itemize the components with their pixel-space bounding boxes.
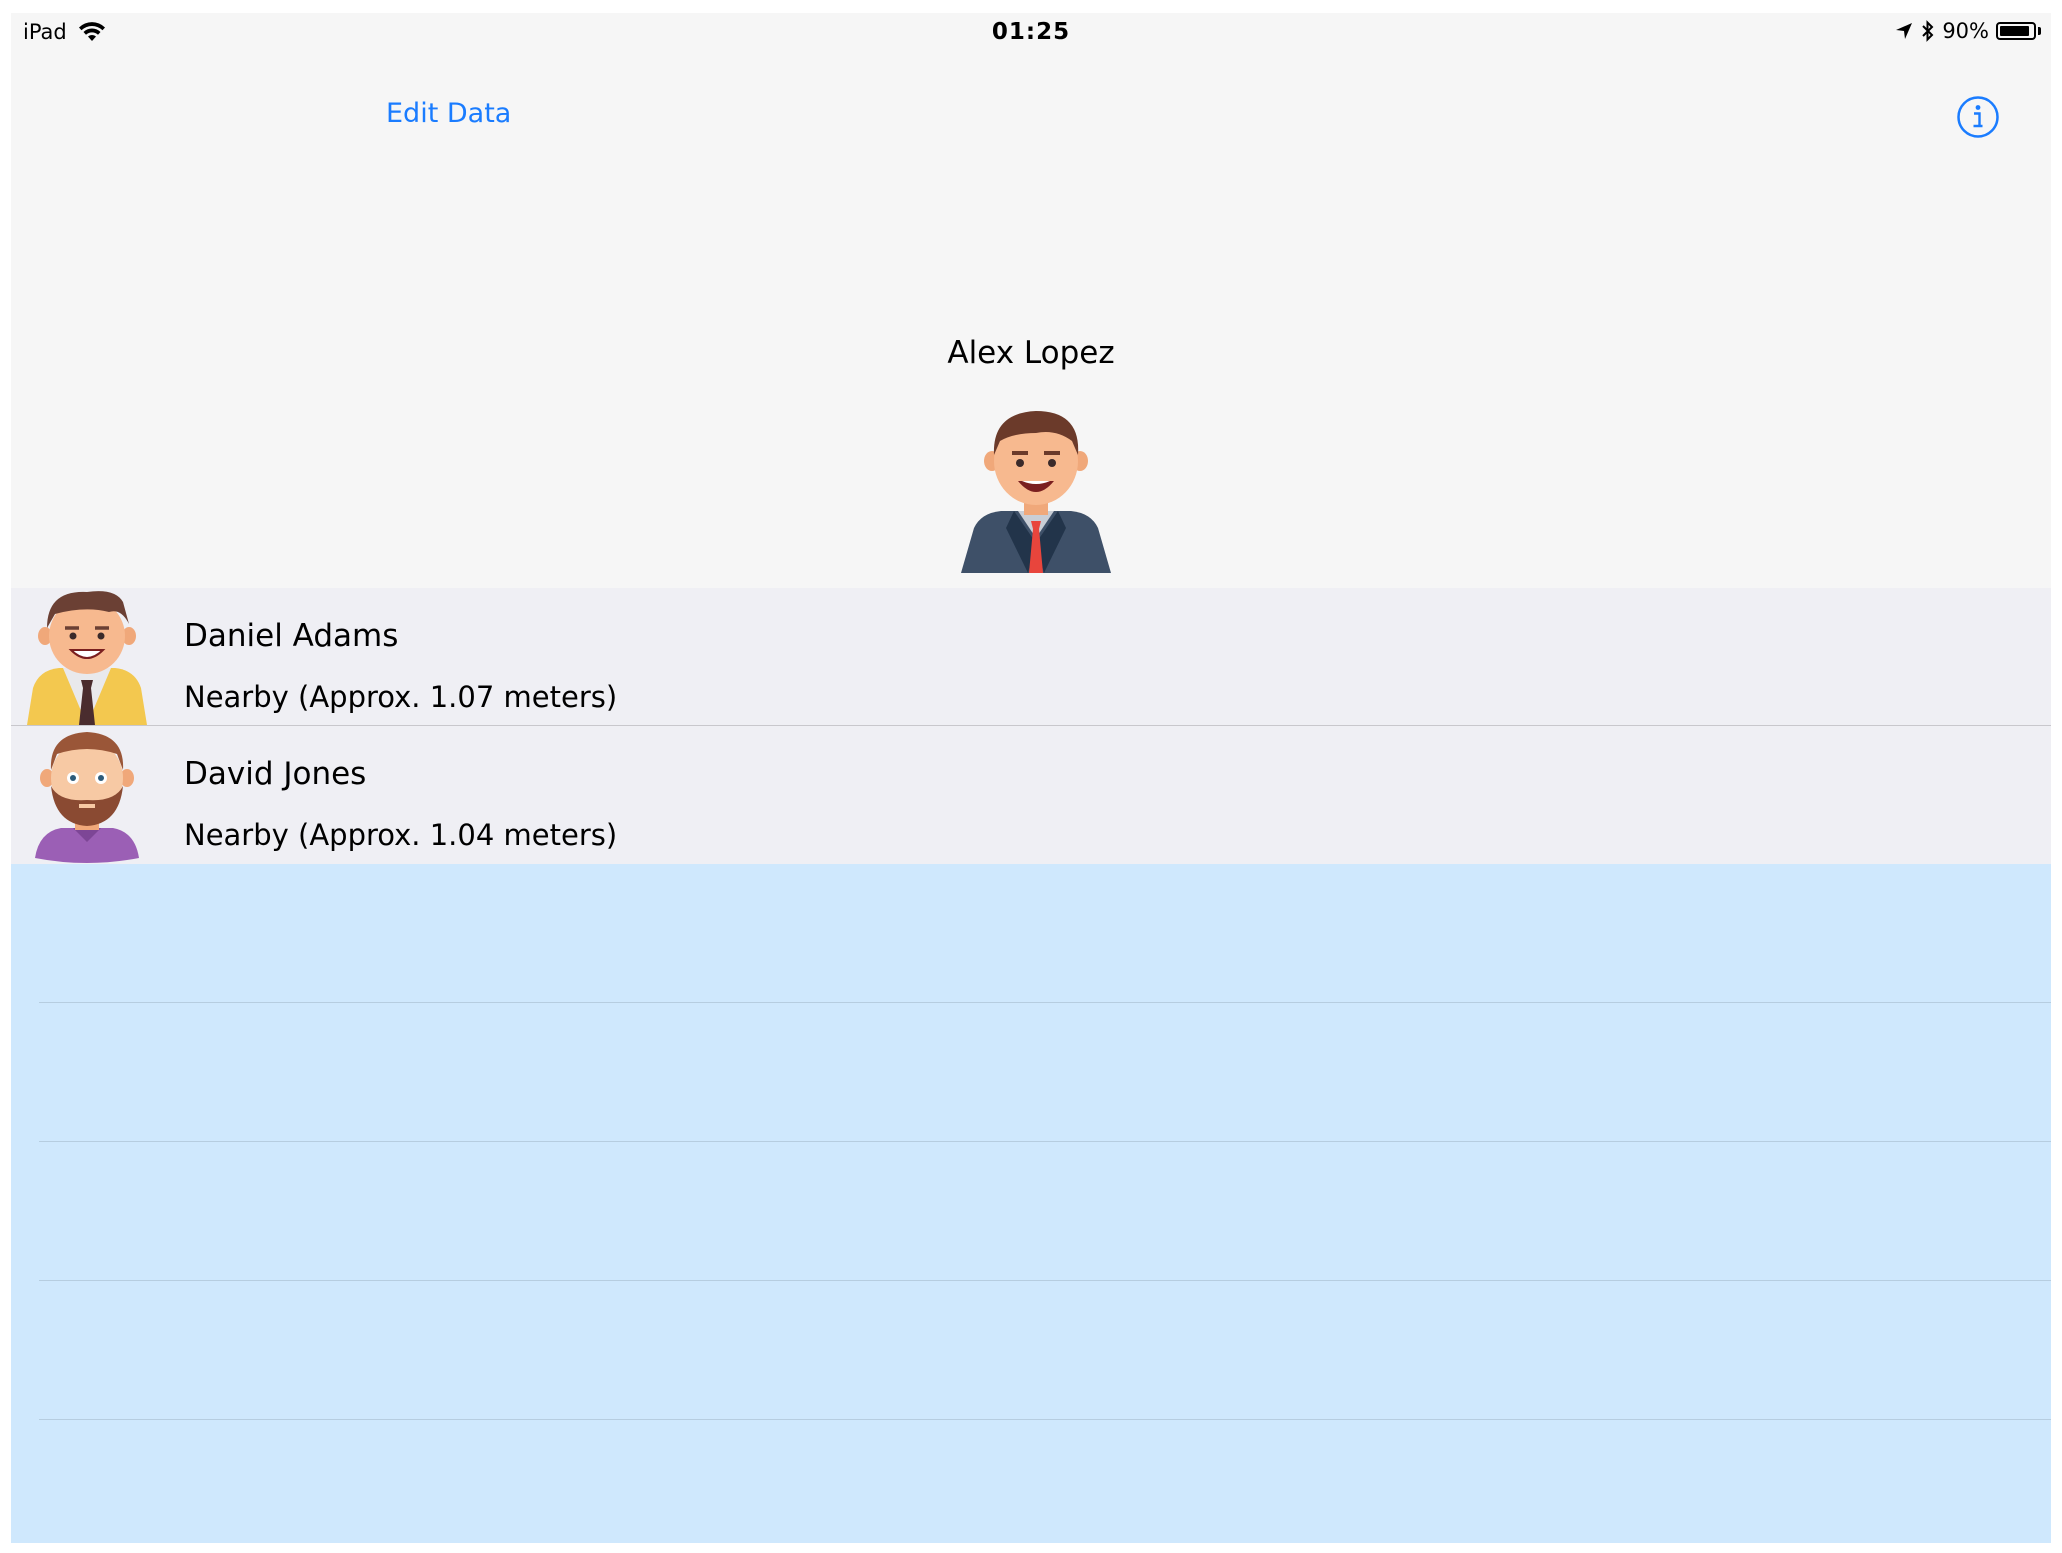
contact-distance: Nearby (Approx. 1.07 meters) [184, 680, 618, 714]
status-right-cluster: 90% [1894, 19, 2041, 43]
battery-percent: 90% [1942, 19, 1989, 43]
list-item[interactable]: Daniel Adams Nearby (Approx. 1.07 meters… [11, 588, 2051, 725]
contact-avatar [27, 591, 147, 725]
row-separator [39, 1002, 2051, 1003]
location-arrow-icon [1896, 23, 1913, 39]
row-separator [39, 1141, 2051, 1142]
status-bar: iPad 01:25 90% [11, 13, 2051, 53]
row-separator [39, 1280, 2051, 1281]
contact-name: Daniel Adams [184, 618, 399, 654]
list-item[interactable]: David Jones Nearby (Approx. 1.04 meters) [11, 725, 2051, 864]
status-time: 01:25 [991, 19, 1071, 45]
contact-distance: Nearby (Approx. 1.04 meters) [184, 818, 618, 852]
battery-fill [2000, 26, 2029, 36]
profile-name: Alex Lopez [947, 335, 1115, 371]
info-circle-icon[interactable] [1956, 95, 2000, 139]
profile-avatar [961, 411, 1111, 573]
contacts-list: Daniel Adams Nearby (Approx. 1.07 meters… [11, 588, 2051, 864]
contact-name: David Jones [184, 756, 367, 792]
battery-icon [1996, 22, 2041, 40]
edit-data-button[interactable]: Edit Data [386, 98, 511, 129]
bluetooth-icon [1922, 20, 1934, 42]
app-screen: iPad 01:25 90% Edit Data Alex Lopez Dani… [11, 13, 2051, 1543]
row-separator [39, 1419, 2051, 1420]
contact-avatar [35, 732, 139, 863]
empty-list-area [11, 864, 2051, 1543]
